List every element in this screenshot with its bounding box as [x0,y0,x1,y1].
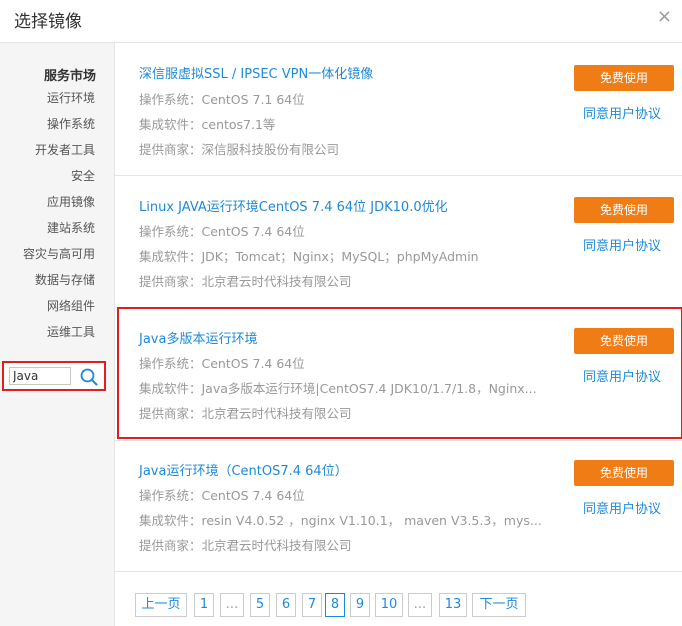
page-button[interactable]: 6 [276,593,296,617]
agree-terms-link[interactable]: 同意用户协议 [583,498,661,517]
page-button[interactable]: 7 [302,593,322,617]
free-use-button[interactable]: 免费使用 [574,328,674,354]
page-button[interactable]: 13 [439,593,467,617]
dialog-title: 选择镜像 [14,12,82,32]
sidebar-section-title: 服务市场 [43,69,96,84]
sidebar-item-disaster-recovery[interactable]: 容灾与高可用 [23,245,95,262]
product-vendor: 提供商家：深信服科技股份有限公司 [139,142,340,157]
product-name[interactable]: Java多版本运行环境 [139,328,257,347]
close-icon[interactable]: × [657,6,672,27]
sidebar-item-network[interactable]: 网络组件 [47,297,95,314]
search-box [2,361,106,391]
next-page-button[interactable]: 下一页 [472,593,526,617]
sidebar: 服务市场 运行环境 操作系统 开发者工具 安全 应用镜像 建站系统 容灾与高可用… [0,43,115,626]
list-item: Linux JAVA运行环境CentOS 7.4 64位 JDK10.0优化 操… [115,175,682,307]
sidebar-item-runtime[interactable]: 运行环境 [47,89,95,106]
prev-page-button[interactable]: 上一页 [135,593,187,617]
product-software: 集成软件：Java多版本运行环境|CentOS7.4 JDK10/1.7/1.8… [139,381,537,396]
page-button[interactable]: 9 [350,593,370,617]
page-button[interactable]: 10 [375,593,403,617]
pagination: 上一页 1 ... 5 6 7 8 9 10 ... 13 下一页 [115,571,682,626]
product-os: 操作系统：CentOS 7.4 64位 [139,356,305,371]
free-use-button[interactable]: 免费使用 [574,460,674,486]
list-item: Java运行环境（CentOS7.4 64位） 操作系统：CentOS 7.4 … [115,440,682,571]
product-vendor: 提供商家：北京君云时代科技有限公司 [139,274,352,289]
sidebar-item-data-storage[interactable]: 数据与存储 [35,271,95,288]
free-use-button[interactable]: 免费使用 [574,197,674,223]
page-button[interactable]: 5 [250,593,270,617]
product-os: 操作系统：CentOS 7.4 64位 [139,488,305,503]
agree-terms-link[interactable]: 同意用户协议 [583,235,661,254]
product-name[interactable]: Java运行环境（CentOS7.4 64位） [139,460,348,479]
page-ellipsis: ... [408,593,432,617]
search-icon[interactable] [78,366,100,388]
product-software: 集成软件：centos7.1等 [139,117,276,132]
sidebar-item-security[interactable]: 安全 [71,167,95,184]
product-list: 深信服虚拟SSL / IPSEC VPN一体化镜像 操作系统：CentOS 7.… [115,43,682,626]
dialog-header: 选择镜像 × [0,0,682,43]
product-os: 操作系统：CentOS 7.4 64位 [139,224,305,239]
list-item: Java多版本运行环境 操作系统：CentOS 7.4 64位 集成软件：Jav… [115,307,682,439]
page-ellipsis: ... [220,593,244,617]
free-use-button[interactable]: 免费使用 [574,65,674,91]
product-vendor: 提供商家：北京君云时代科技有限公司 [139,406,352,421]
product-os: 操作系统：CentOS 7.1 64位 [139,92,305,107]
product-vendor: 提供商家：北京君云时代科技有限公司 [139,538,352,553]
current-page-button[interactable]: 8 [325,593,345,617]
product-name[interactable]: 深信服虚拟SSL / IPSEC VPN一体化镜像 [139,63,373,82]
sidebar-item-website[interactable]: 建站系统 [47,219,95,236]
page-button[interactable]: 1 [194,593,214,617]
product-name[interactable]: Linux JAVA运行环境CentOS 7.4 64位 JDK10.0优化 [139,196,448,215]
product-software: 集成软件：JDK；Tomcat；Nginx；MySQL；phpMyAdmin [139,249,479,264]
sidebar-item-ops-tools[interactable]: 运维工具 [47,323,95,340]
search-input[interactable] [9,367,71,385]
sidebar-item-os[interactable]: 操作系统 [47,115,95,132]
list-item: 深信服虚拟SSL / IPSEC VPN一体化镜像 操作系统：CentOS 7.… [115,43,682,175]
sidebar-item-app-images[interactable]: 应用镜像 [47,193,95,210]
sidebar-item-devtools[interactable]: 开发者工具 [35,141,95,158]
product-software: 集成软件：resin V4.0.52 ，nginx V1.10.1， maven… [139,513,542,528]
agree-terms-link[interactable]: 同意用户协议 [583,366,661,385]
agree-terms-link[interactable]: 同意用户协议 [583,103,661,122]
